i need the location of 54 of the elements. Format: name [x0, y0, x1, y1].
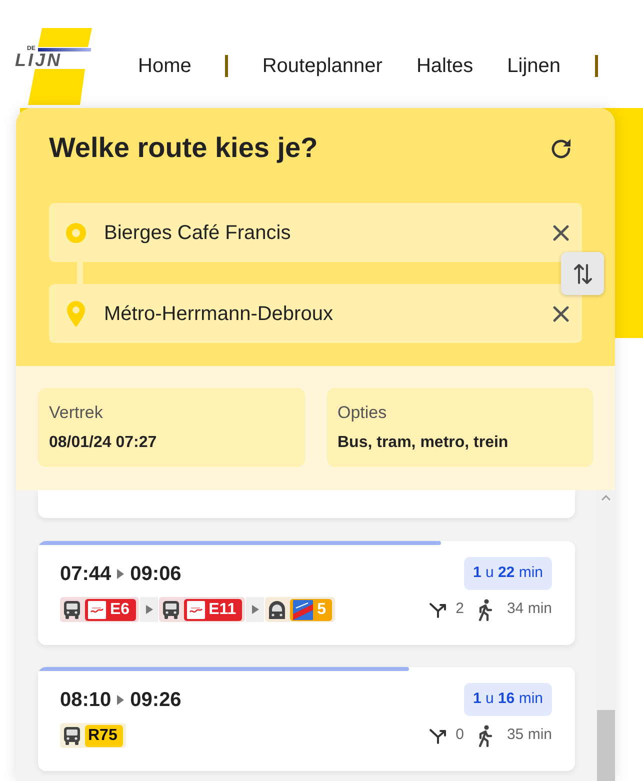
route-card[interactable]: 08:10 09:26 1 u 16 min R75 0 35 min	[38, 667, 575, 771]
swap-button[interactable]	[561, 252, 604, 295]
bus-icon	[62, 726, 82, 746]
scrollbar-thumb[interactable]	[597, 710, 615, 781]
operator-logo-icon	[293, 600, 314, 620]
clear-button[interactable]	[553, 306, 569, 322]
option-button[interactable]: Vertrek 08/01/24 07:27	[38, 388, 304, 467]
route-card[interactable]: 07:44 09:06 1 u 22 min E6 E11 5 2 34 min	[38, 541, 575, 645]
transfer-icon	[428, 728, 447, 744]
clear-button[interactable]	[553, 224, 569, 240]
caret-right-icon	[246, 597, 264, 622]
nav-link[interactable]: Routeplanner	[262, 53, 382, 79]
duration-badge: 1 u 16 min	[464, 683, 552, 716]
transfer-count: 0	[456, 725, 464, 746]
walking-time: 34 min	[506, 599, 552, 620]
metro-icon	[267, 600, 288, 620]
refresh-button[interactable]	[550, 136, 572, 160]
departure-time: 08:10	[60, 688, 112, 712]
walking-icon	[476, 598, 493, 620]
map-pin-icon	[67, 300, 85, 326]
destination-input[interactable]: Métro-Herrmann-Debroux	[104, 300, 541, 326]
operator-logo-icon	[186, 600, 205, 618]
transfer-icon	[428, 602, 447, 618]
duration-badge: 1 u 22 min	[464, 557, 552, 590]
walking-time: 35 min	[506, 725, 552, 746]
operator-logo-icon	[88, 600, 106, 618]
line-number: E6	[110, 600, 130, 620]
departure-time: 07:44	[60, 562, 112, 586]
arrival-time: 09:26	[130, 688, 182, 712]
origin-marker-icon	[66, 222, 86, 242]
transfer-count: 2	[456, 599, 464, 620]
close-icon	[553, 224, 569, 240]
bus-icon	[160, 600, 181, 620]
refresh-icon	[550, 136, 572, 160]
nav-link[interactable]: Home	[138, 53, 192, 79]
caret-right-icon	[140, 597, 158, 622]
origin-input[interactable]: Bierges Café Francis	[104, 220, 541, 246]
arrival-time: 09:06	[130, 562, 182, 586]
origin-field[interactable]: Bierges Café Francis	[49, 203, 582, 262]
swap-icon	[572, 262, 592, 284]
destination-field[interactable]: Métro-Herrmann-Debroux	[49, 284, 582, 343]
page-title: Welke route kies je?	[49, 131, 318, 165]
close-icon	[553, 306, 569, 322]
caret-right-icon	[117, 568, 124, 578]
nav-link[interactable]: Lijnen	[507, 53, 561, 79]
line-number: E11	[208, 600, 236, 620]
caret-right-icon	[117, 694, 124, 704]
logo-text: LIJN	[15, 52, 62, 68]
bus-icon	[62, 600, 82, 620]
line-number: R75	[88, 726, 118, 746]
nav-link[interactable]: Haltes	[416, 53, 474, 79]
option-button[interactable]: Opties Bus, tram, metro, trein	[326, 388, 593, 467]
line-number: 5	[317, 600, 326, 620]
walking-icon	[476, 724, 493, 746]
